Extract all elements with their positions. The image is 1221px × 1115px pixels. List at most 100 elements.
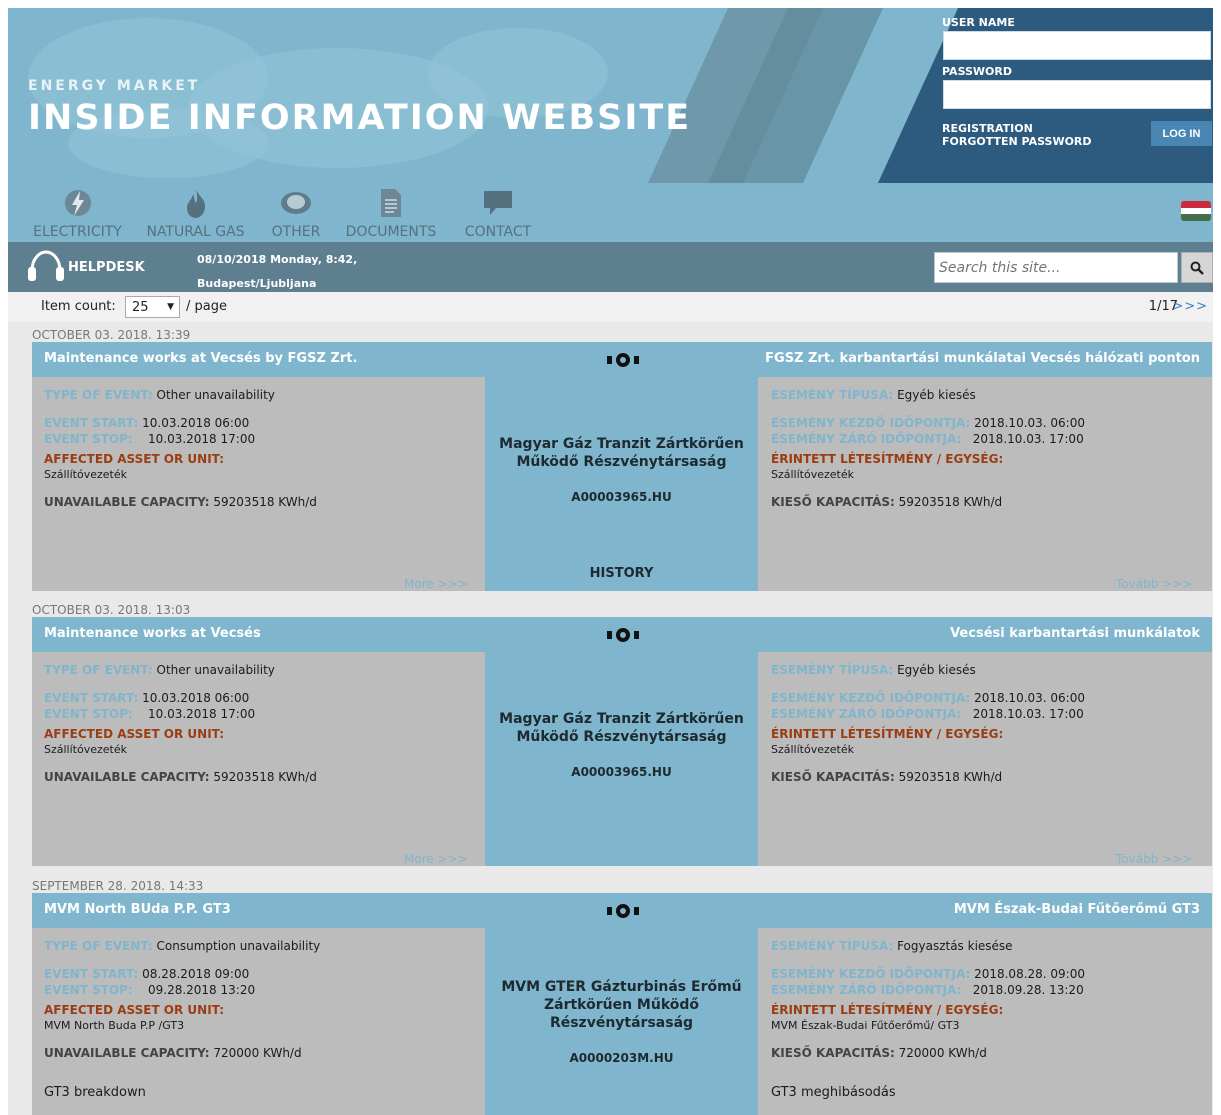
per-page-label: / page <box>186 299 227 314</box>
event-card: Maintenance works at Vecsés by FGSZ Zrt.… <box>32 342 1212 591</box>
helpdesk-label: HELPDESK <box>68 259 145 275</box>
search-input[interactable] <box>934 252 1178 283</box>
site-header: ENERGY MARKET INSIDE INFORMATION WEBSITE… <box>8 8 1213 242</box>
start-row-hu: ESEMÉNY KEZDŐ IDŐPONTJA: 2018.08.28. 09:… <box>771 967 1085 981</box>
event-timestamp: OCTOBER 03. 2018. 13:03 <box>32 603 191 617</box>
asset-label-hu: ÉRINTETT LÉTESÍTMÉNY / EGYSÉG: <box>771 452 1004 466</box>
start-row-en: EVENT START: 10.03.2018 06:00 <box>44 691 250 705</box>
event-timestamp: SEPTEMBER 28. 2018. 14:33 <box>32 879 204 893</box>
pipeline-icon <box>607 628 639 642</box>
asset-value-hu: Szállítóvezeték <box>771 743 854 756</box>
nav-electricity[interactable]: ELECTRICITY <box>20 186 135 240</box>
note-hu: GT3 meghibásodás <box>771 1085 896 1100</box>
stop-row-en: EVENT STOP: 09.28.2018 13:20 <box>44 983 256 997</box>
event-title-hu[interactable]: Vecsési karbantartási munkálatok <box>950 626 1200 641</box>
type-row-en: TYPE OF EVENT: Other unavailability <box>44 388 275 402</box>
asset-value-hu: Szállítóvezeték <box>771 468 854 481</box>
list-controls: Item count: 25 ▼ / page 1/17 >>> <box>8 292 1213 322</box>
start-row-hu: ESEMÉNY KEZDŐ IDŐPONTJA: 2018.10.03. 06:… <box>771 416 1085 430</box>
speech-bubble-icon <box>454 186 542 220</box>
tovabb-link[interactable]: Tovább >>> <box>1116 577 1192 591</box>
company-code: A00003965.HU <box>571 765 672 779</box>
company-name: MVM GTER Gázturbinás Erőmű Zártkörűen Műk… <box>501 979 742 1031</box>
event-title-hu[interactable]: MVM Észak-Budai Fűtőerőmű GT3 <box>954 902 1200 917</box>
capacity-row-hu: KIESŐ KAPACITÁS: 59203518 KWh/d <box>771 495 1003 509</box>
company-name: Magyar Gáz Tranzit Zártkörűen Működő Rész… <box>499 436 744 470</box>
start-row-en: EVENT START: 08.28.2018 09:00 <box>44 967 250 981</box>
nav-label: CONTACT <box>464 224 532 240</box>
event-title-en[interactable]: Maintenance works at Vecsés <box>44 626 261 641</box>
nav-documents[interactable]: DOCUMENTS <box>338 186 444 240</box>
company-code: A0000203M.HU <box>569 1051 674 1065</box>
asset-value-en: MVM North Buda P.P /GT3 <box>44 1019 185 1032</box>
next-page-link[interactable]: >>> <box>1172 299 1208 314</box>
company-name: Magyar Gáz Tranzit Zártkörűen Működő Rész… <box>499 711 744 745</box>
stop-row-en: EVENT STOP: 10.03.2018 17:00 <box>44 707 256 721</box>
asset-label-hu: ÉRINTETT LÉTESÍTMÉNY / EGYSÉG: <box>771 727 1004 741</box>
login-button[interactable]: LOG IN <box>1151 121 1212 146</box>
stop-row-hu: ESEMÉNY ZÁRÓ IDŐPONTJA: 2018.10.03. 17:0… <box>771 707 1084 721</box>
nav-other[interactable]: OTHER <box>258 186 334 240</box>
registration-link[interactable]: REGISTRATION <box>942 122 1033 135</box>
event-timestamp: OCTOBER 03. 2018. 13:39 <box>32 328 191 342</box>
nav-label: OTHER <box>271 224 321 240</box>
type-row-hu: ESEMÉNY TÍPUSA: Egyéb kiesés <box>771 388 976 402</box>
nav-natural-gas[interactable]: NATURAL GAS <box>138 186 253 240</box>
headset-icon <box>28 250 64 281</box>
brand-subtitle: ENERGY MARKET <box>28 78 201 94</box>
capacity-row-hu: KIESŐ KAPACITÁS: 720000 KWh/d <box>771 1046 987 1060</box>
company-code: A00003965.HU <box>571 490 672 504</box>
pipeline-icon <box>607 353 639 367</box>
document-icon <box>338 186 444 220</box>
stop-row-hu: ESEMÉNY ZÁRÓ IDŐPONTJA: 2018.09.28. 13:2… <box>771 983 1084 997</box>
item-count-label: Item count: <box>41 299 116 314</box>
nav-contact[interactable]: CONTACT <box>454 186 542 240</box>
stop-row-hu: ESEMÉNY ZÁRÓ IDŐPONTJA: 2018.10.03. 17:0… <box>771 432 1084 446</box>
type-row-hu: ESEMÉNY TÍPUSA: Fogyasztás kiesése <box>771 939 1013 953</box>
date-time: 08/10/2018 Monday, 8:42, Budapest/Ljublj… <box>197 248 357 296</box>
username-label: USER NAME <box>942 16 1015 29</box>
username-input[interactable] <box>943 31 1211 60</box>
asset-label-en: AFFECTED ASSET OR UNIT: <box>44 727 224 741</box>
pipeline-icon <box>607 904 639 918</box>
forgotten-password-link[interactable]: FORGOTTEN PASSWORD <box>942 135 1092 148</box>
dropdown-arrow-icon: ▼ <box>167 302 174 312</box>
company-panel <box>485 652 758 866</box>
type-row-en: TYPE OF EVENT: Consumption unavailabilit… <box>44 939 321 953</box>
password-input[interactable] <box>943 80 1211 109</box>
capacity-row-en: UNAVAILABLE CAPACITY: 720000 KWh/d <box>44 1046 302 1060</box>
event-title-en[interactable]: Maintenance works at Vecsés by FGSZ Zrt. <box>44 351 357 366</box>
tovabb-link[interactable]: Tovább >>> <box>1116 852 1192 866</box>
password-label: PASSWORD <box>942 65 1013 78</box>
item-count-select[interactable]: 25 ▼ <box>125 296 180 318</box>
asset-value-hu: MVM Észak-Budai Fűtőerőmű/ GT3 <box>771 1019 960 1032</box>
history-link[interactable]: HISTORY <box>485 566 758 581</box>
event-title-hu[interactable]: FGSZ Zrt. karbantartási munkálatai Vecsé… <box>765 351 1200 366</box>
more-link[interactable]: More >>> <box>404 852 468 866</box>
note-en: GT3 breakdown <box>44 1085 146 1100</box>
search-icon <box>1190 261 1204 275</box>
asset-label-en: AFFECTED ASSET OR UNIT: <box>44 452 224 466</box>
asset-value-en: Szállítóvezeték <box>44 468 127 481</box>
event-title-en[interactable]: MVM North BUda P.P. GT3 <box>44 902 231 917</box>
circle-icon <box>258 186 334 220</box>
more-link[interactable]: More >>> <box>404 577 468 591</box>
capacity-row-en: UNAVAILABLE CAPACITY: 59203518 KWh/d <box>44 495 317 509</box>
current-date: 08/10/2018 Monday, 8:42, <box>197 253 358 266</box>
type-row-en: TYPE OF EVENT: Other unavailability <box>44 663 275 677</box>
nav-label: DOCUMENTS <box>345 224 437 240</box>
event-card: MVM North BUda P.P. GT3 MVM Észak-Budai … <box>32 893 1212 1115</box>
search-button[interactable] <box>1181 252 1213 283</box>
capacity-row-en: UNAVAILABLE CAPACITY: 59203518 KWh/d <box>44 770 317 784</box>
helpdesk-link[interactable]: HELPDESK <box>26 249 145 285</box>
asset-label-en: AFFECTED ASSET OR UNIT: <box>44 1003 224 1017</box>
item-count-value: 25 <box>132 299 149 315</box>
nav-label: ELECTRICITY <box>33 224 122 240</box>
company-panel <box>485 377 758 591</box>
event-card: Maintenance works at Vecsés Vecsési karb… <box>32 617 1212 866</box>
helpdesk-bar: HELPDESK 08/10/2018 Monday, 8:42, Budape… <box>8 242 1213 292</box>
hungarian-flag-icon[interactable] <box>1181 201 1211 221</box>
asset-value-en: Szállítóvezeték <box>44 743 127 756</box>
start-row-en: EVENT START: 10.03.2018 06:00 <box>44 416 250 430</box>
start-row-hu: ESEMÉNY KEZDŐ IDŐPONTJA: 2018.10.03. 06:… <box>771 691 1085 705</box>
